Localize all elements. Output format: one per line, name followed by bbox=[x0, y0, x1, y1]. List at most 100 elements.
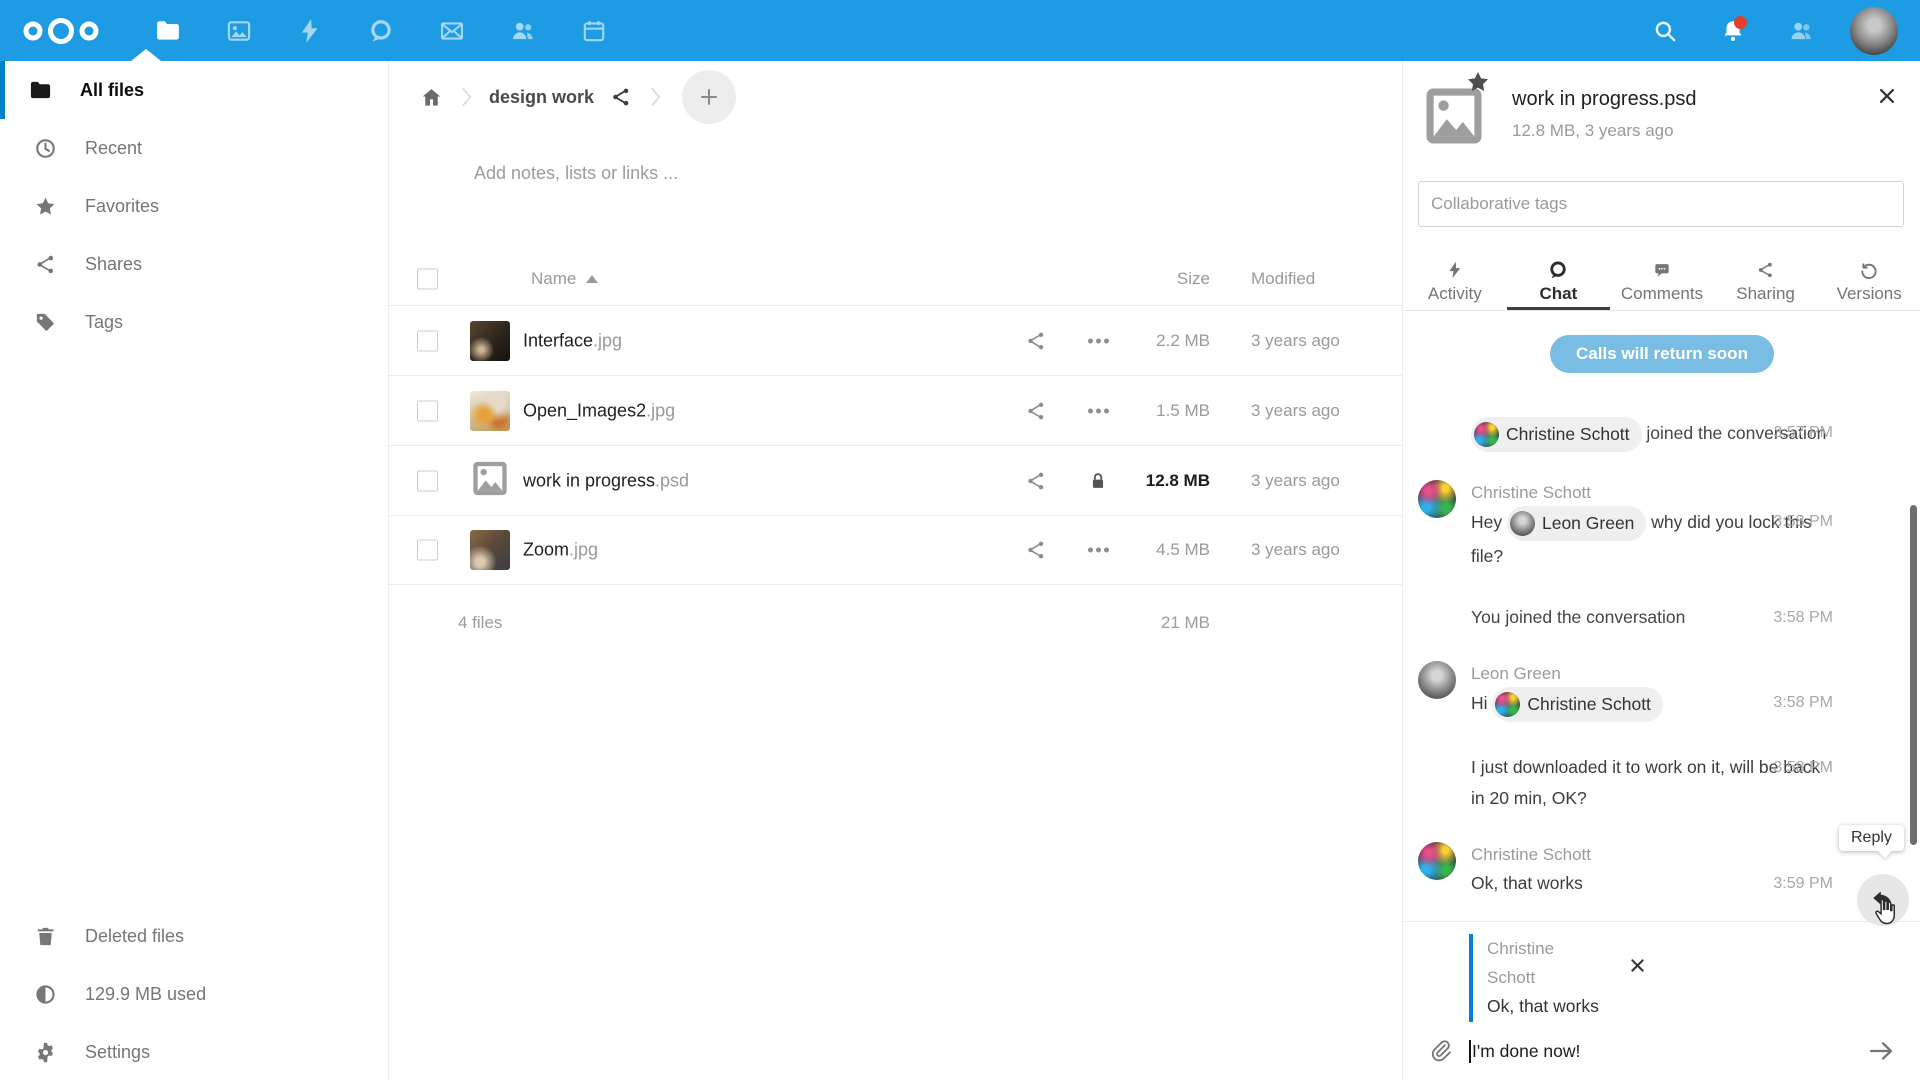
talk-icon bbox=[1548, 260, 1568, 280]
star-icon bbox=[34, 195, 57, 218]
sidebar-item-recent[interactable]: Recent bbox=[0, 119, 388, 177]
file-thumbnail bbox=[470, 391, 510, 431]
table-row[interactable]: work in progress.psd 12.8 MB 3 years ago bbox=[389, 445, 1402, 515]
avatar bbox=[1474, 422, 1499, 447]
trash-icon bbox=[34, 925, 57, 948]
tab-activity[interactable]: Activity bbox=[1403, 257, 1507, 310]
sidebar-item-settings[interactable]: Settings bbox=[0, 1023, 388, 1080]
files-main: design work Add notes, lists or links ..… bbox=[389, 61, 1402, 1080]
row-checkbox[interactable] bbox=[417, 470, 438, 491]
column-header-name[interactable]: Name bbox=[531, 269, 598, 289]
chevron-right-icon bbox=[457, 84, 475, 110]
sidebar-item-label: All files bbox=[80, 80, 144, 101]
user-mention-chip[interactable]: Christine Schott bbox=[1471, 417, 1642, 452]
column-header-size[interactable]: Size bbox=[1177, 269, 1210, 289]
talk-app-icon[interactable] bbox=[359, 0, 403, 61]
close-icon[interactable] bbox=[1876, 85, 1898, 112]
breadcrumb-share-icon[interactable] bbox=[610, 86, 632, 108]
column-header-modified[interactable]: Modified bbox=[1251, 269, 1315, 289]
file-table: Interface.jpg 2.2 MB 3 years ago Open_Im… bbox=[389, 305, 1402, 585]
file-name[interactable]: Interface.jpg bbox=[523, 330, 622, 351]
search-icon[interactable] bbox=[1646, 12, 1684, 50]
tab-versions[interactable]: Versions bbox=[1817, 257, 1920, 310]
message-input-row: I'm done now! bbox=[1403, 1022, 1920, 1080]
tab-chat[interactable]: Chat bbox=[1507, 257, 1611, 310]
file-name[interactable]: work in progress.psd bbox=[523, 470, 689, 491]
user-mention-chip[interactable]: Christine Schott bbox=[1492, 687, 1663, 722]
file-thumbnail bbox=[470, 458, 510, 503]
favorite-star-icon[interactable] bbox=[1465, 69, 1491, 100]
message-author: Christine Schott bbox=[1471, 480, 1833, 506]
notes-placeholder[interactable]: Add notes, lists or links ... bbox=[474, 163, 1402, 184]
sidebar-item-shares[interactable]: Shares bbox=[0, 235, 388, 293]
user-avatar[interactable] bbox=[1850, 7, 1898, 55]
new-file-button[interactable] bbox=[682, 70, 736, 124]
row-share-icon[interactable] bbox=[1021, 470, 1051, 492]
sidebar-item-label: Shares bbox=[85, 254, 142, 275]
file-name[interactable]: Open_Images2.jpg bbox=[523, 400, 675, 421]
avatar[interactable] bbox=[1418, 480, 1456, 518]
nextcloud-logo[interactable] bbox=[20, 17, 116, 45]
breadcrumb-folder[interactable]: design work bbox=[489, 87, 594, 108]
sidebar-item-favorites[interactable]: Favorites bbox=[0, 177, 388, 235]
collaborative-tags-input[interactable] bbox=[1418, 181, 1904, 227]
send-message-icon[interactable] bbox=[1867, 1037, 1895, 1065]
sidebar-item-quota[interactable]: 129.9 MB used bbox=[0, 965, 388, 1023]
row-share-icon[interactable] bbox=[1021, 539, 1051, 561]
versions-icon bbox=[1859, 260, 1879, 280]
photos-app-icon[interactable] bbox=[217, 0, 261, 61]
avatar[interactable] bbox=[1418, 661, 1456, 699]
row-checkbox[interactable] bbox=[417, 330, 438, 351]
file-name[interactable]: Zoom.jpg bbox=[523, 540, 598, 561]
mail-app-icon[interactable] bbox=[430, 0, 474, 61]
select-all-checkbox[interactable] bbox=[417, 268, 438, 289]
avatar[interactable] bbox=[1418, 842, 1456, 880]
user-mention-chip[interactable]: Leon Green bbox=[1507, 506, 1646, 541]
sidebar-item-deleted-files[interactable]: Deleted files bbox=[0, 907, 388, 965]
chat-system-message: You joined the conversation 3:58 PM bbox=[1403, 602, 1920, 633]
chat-scrollbar[interactable] bbox=[1910, 505, 1917, 845]
sidebar-item-tags[interactable]: Tags bbox=[0, 293, 388, 351]
row-more-icon[interactable] bbox=[1083, 338, 1113, 343]
calendar-app-icon[interactable] bbox=[572, 0, 616, 61]
gear-icon bbox=[34, 1041, 57, 1064]
row-checkbox[interactable] bbox=[417, 400, 438, 421]
table-row[interactable]: Interface.jpg 2.2 MB 3 years ago bbox=[389, 305, 1402, 375]
message-author: Christine Schott bbox=[1471, 842, 1833, 868]
activity-app-icon[interactable] bbox=[288, 0, 332, 61]
sidebar-item-all-files[interactable]: All files bbox=[0, 61, 388, 119]
row-checkbox[interactable] bbox=[417, 540, 438, 561]
close-icon[interactable] bbox=[1628, 956, 1647, 980]
panel-file-subtitle: 12.8 MB, 3 years ago bbox=[1512, 121, 1674, 141]
row-share-icon[interactable] bbox=[1021, 400, 1051, 422]
top-bar bbox=[0, 0, 1920, 61]
notifications-bell-icon[interactable] bbox=[1714, 12, 1752, 50]
contacts-menu-icon[interactable] bbox=[1782, 12, 1820, 50]
table-row[interactable]: Open_Images2.jpg 1.5 MB 3 years ago bbox=[389, 375, 1402, 445]
chat-message: Christine Schott Hey Leon Green why did … bbox=[1403, 480, 1920, 572]
nextcloud-app: All files Recent Favorites Shares Tags D… bbox=[0, 0, 1920, 1080]
top-bar-right bbox=[1646, 7, 1898, 55]
tab-sharing[interactable]: Sharing bbox=[1714, 257, 1818, 310]
file-thumbnail bbox=[470, 530, 510, 570]
folder-icon bbox=[29, 79, 52, 102]
file-size: 12.8 MB bbox=[1146, 471, 1210, 491]
row-more-icon[interactable] bbox=[1083, 408, 1113, 413]
home-icon[interactable] bbox=[420, 86, 443, 109]
clock-icon bbox=[34, 137, 57, 160]
contacts-app-icon[interactable] bbox=[501, 0, 545, 61]
quota-icon bbox=[34, 983, 57, 1006]
file-size: 1.5 MB bbox=[1156, 401, 1210, 421]
attachment-paperclip-icon[interactable] bbox=[1428, 1039, 1452, 1063]
details-panel: work in progress.psd 12.8 MB, 3 years ag… bbox=[1402, 61, 1920, 1080]
chat-composer: Christine Schott Ok, that works I'm done… bbox=[1403, 921, 1920, 1080]
row-share-icon[interactable] bbox=[1021, 330, 1051, 352]
table-row[interactable]: Zoom.jpg 4.5 MB 3 years ago bbox=[389, 515, 1402, 585]
file-table-header: Name Size Modified bbox=[389, 252, 1402, 305]
share-icon bbox=[34, 253, 57, 276]
call-banner-button[interactable]: Calls will return soon bbox=[1550, 335, 1774, 373]
message-input[interactable]: I'm done now! bbox=[1469, 1040, 1580, 1063]
tab-comments[interactable]: Comments bbox=[1610, 257, 1714, 310]
sidebar-item-label: Settings bbox=[85, 1042, 150, 1063]
row-more-icon[interactable] bbox=[1083, 548, 1113, 553]
